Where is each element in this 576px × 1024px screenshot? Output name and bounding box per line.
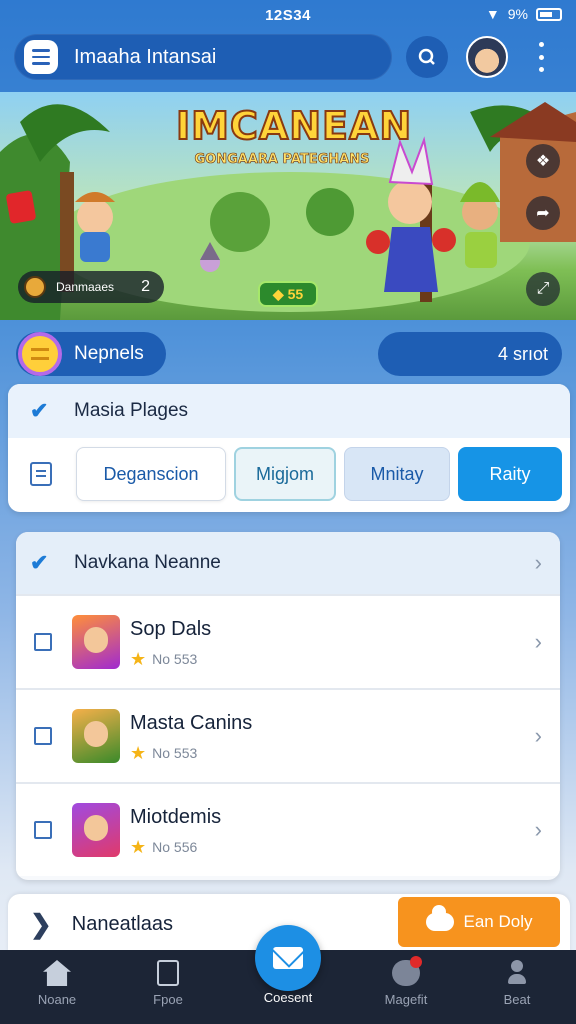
nav-home[interactable]: Noane <box>7 960 107 1020</box>
coin-icon <box>24 276 46 298</box>
search-icon <box>418 48 435 65</box>
item-name: Miotdemis <box>130 805 222 828</box>
banner-subtitle: GONGAARA PATEGHANS <box>194 152 370 168</box>
game-thumbnail <box>72 709 120 763</box>
section-pill[interactable]: Nepnels <box>16 332 166 376</box>
daily-button-label: Ean Doly <box>463 912 533 931</box>
item-meta: ★ No 553 <box>130 648 198 669</box>
mail-icon <box>273 947 303 969</box>
nav-profile[interactable]: Beat <box>467 960 567 1020</box>
nav-label: Beat <box>503 992 531 1007</box>
person-icon <box>508 960 526 986</box>
list-card: ✔ Navkana Neanne › Sop Dals ★ No 553 › Ma… <box>16 532 560 880</box>
item-name: Sop Dals <box>130 617 212 640</box>
fire-icon[interactable]: ❖ <box>526 144 560 178</box>
nav-label: Coesent <box>263 990 313 1005</box>
promo-banner[interactable]: IMCANEAN GONGAARA PATEGHANS Danmaaes 2 ◆… <box>0 92 576 320</box>
chevron-right-icon: › <box>534 817 542 842</box>
document-icon <box>34 821 52 839</box>
files-icon <box>157 960 179 986</box>
wifi-icon: ▼ <box>485 6 500 22</box>
search-button[interactable] <box>406 36 448 78</box>
section-count[interactable]: 4 srıot <box>378 332 562 376</box>
item-meta: ★ No 553 <box>130 742 198 763</box>
game-thumbnail <box>72 615 120 669</box>
check-icon: ✔ <box>30 550 49 575</box>
search-bar[interactable]: Imaaha Intansai <box>14 34 392 80</box>
nav-center[interactable]: Coesent <box>238 990 338 1024</box>
tab-migjom[interactable]: Migjom <box>234 447 336 501</box>
nav-label: Fpoe <box>153 992 183 1007</box>
nav-label: Noane <box>37 992 77 1007</box>
section-row: Nepnels 4 srıot <box>16 332 562 378</box>
star-icon: ★ <box>130 648 147 669</box>
battery-percent: 9% <box>507 6 528 22</box>
app-header: Imaaha Intansai <box>14 34 562 82</box>
banner-chip-label: Danmaaes <box>56 280 115 294</box>
document-icon <box>30 462 52 486</box>
share-icon[interactable]: ➦ <box>526 196 560 230</box>
list-item[interactable]: Masta Canins ★ No 553 › <box>16 688 560 782</box>
banner-badge-value: 55 <box>287 286 304 302</box>
list-item[interactable]: Sop Dals ★ No 553 › <box>16 594 560 688</box>
cloud-icon <box>425 905 454 931</box>
list-card-title: Navkana Neanne <box>74 552 221 573</box>
status-time: 12S34 <box>265 6 311 24</box>
status-icons: ▼ 9% <box>486 6 562 22</box>
tab-row: Deganscion Migjom Mnitay Raity <box>8 442 570 506</box>
chat-icon <box>392 956 422 986</box>
document-icon <box>34 633 52 651</box>
pages-card-title: Masia Plages <box>74 400 189 421</box>
more-icon[interactable] <box>536 42 546 72</box>
game-thumbnail <box>72 803 120 857</box>
banner-title: IMCANEAN <box>175 103 413 149</box>
chevron-right-icon: › <box>534 723 542 748</box>
list-item[interactable]: Miotdemis ★ No 556 › <box>16 782 560 876</box>
menu-icon[interactable] <box>24 40 58 74</box>
star-icon: ★ <box>130 742 147 763</box>
daily-button[interactable]: Ean Doly <box>398 897 560 947</box>
tab-deganscion[interactable]: Deganscion <box>76 447 226 501</box>
nav-messages[interactable]: Magefit <box>356 956 456 1020</box>
search-text: Imaaha Intansai <box>74 45 217 68</box>
banner-chip[interactable]: Danmaaes 2 <box>18 271 164 303</box>
check-icon: ✔ <box>30 398 49 423</box>
nav-files[interactable]: Fpoe <box>118 960 218 1020</box>
avatar[interactable] <box>466 36 508 78</box>
section-label: Nepnels <box>74 343 144 364</box>
banner-badge: ◆ 55 <box>258 281 318 307</box>
list-card-header[interactable]: ✔ Navkana Neanne › <box>16 532 560 594</box>
chevron-right-icon: › <box>534 550 542 575</box>
battery-icon <box>536 7 562 21</box>
bookmark-icon <box>5 189 37 225</box>
stack-icon <box>18 332 62 376</box>
star-icon: ★ <box>130 836 147 857</box>
pages-card-header: ✔ Masia Plages <box>8 384 570 438</box>
compose-button[interactable] <box>255 925 321 991</box>
home-icon <box>43 960 71 986</box>
tab-mnitay[interactable]: Mnitay <box>344 447 450 501</box>
item-name: Masta Canins <box>130 711 253 734</box>
expand-icon[interactable]: ⤢ <box>526 272 560 306</box>
document-icon <box>34 727 52 745</box>
nav-label: Magefit <box>384 992 428 1007</box>
pages-card: ✔ Masia Plages Deganscion Migjom Mnitay … <box>8 384 570 512</box>
gem-icon: ◆ <box>272 285 284 302</box>
chevron-right-icon: ❯ <box>30 908 52 939</box>
status-bar: 12S34 ▼ 9% <box>0 0 576 30</box>
item-meta: ★ No 556 <box>130 836 198 857</box>
tab-raity[interactable]: Raity <box>458 447 562 501</box>
chevron-right-icon: › <box>534 629 542 654</box>
banner-chip-count: 2 <box>141 278 150 295</box>
news-title: Naneatlaas <box>71 912 173 935</box>
